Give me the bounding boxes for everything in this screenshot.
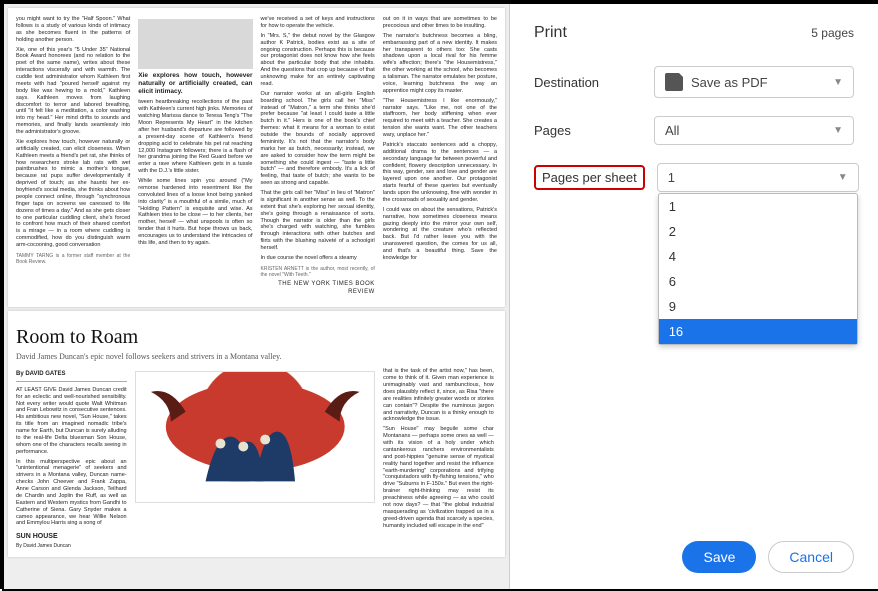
destination-value: Save as PDF: [691, 75, 768, 90]
dropdown-option-selected[interactable]: 16: [659, 319, 857, 344]
body-text: In this multiperspective epic about an "…: [16, 459, 127, 528]
chevron-down-icon: ▼: [833, 77, 843, 88]
body-text: "Sun House" may beguile some char Montan…: [383, 426, 494, 529]
pages-per-sheet-dropdown: 1 2 4 6 9 16: [658, 193, 858, 345]
pages-per-sheet-value: 1: [668, 170, 675, 185]
book-title: SUN HOUSE: [16, 533, 127, 542]
dropdown-option[interactable]: 6: [659, 269, 857, 294]
body-text: you might want to try the "Half Spoon." …: [16, 16, 130, 44]
dropdown-option[interactable]: 2: [659, 219, 857, 244]
author-credit: KRISTEN ARNETT is the author, most recen…: [261, 266, 375, 279]
body-text: That the girls call her "Miss" in lieu o…: [261, 190, 375, 252]
body-text: Xie, one of this year's "5 Under 35" Nat…: [16, 47, 130, 136]
body-text: In "Mrs. S," the debut novel by the Glas…: [261, 33, 375, 88]
body-text: I could wax on about the sensations, Pat…: [383, 207, 497, 262]
body-text: Our narrator works at an all-girls Engli…: [261, 91, 375, 187]
dropdown-option[interactable]: 1: [659, 194, 857, 219]
body-text: "The Housemistress I like enormously," n…: [383, 98, 497, 139]
save-button[interactable]: Save: [682, 541, 756, 573]
author-credit: TAMMY TARNG is a former staff member at …: [16, 253, 130, 266]
destination-select[interactable]: Save as PDF ▼: [654, 66, 854, 98]
book-byline: By David James Duncan: [16, 543, 127, 549]
print-preview-pane: you might want to try the "Half Spoon." …: [4, 4, 510, 589]
pages-per-sheet-select[interactable]: 1 ▼ 1 2 4 6 9 16: [657, 163, 859, 192]
dropdown-option[interactable]: 9: [659, 294, 857, 319]
page-count: 5 pages: [811, 26, 854, 40]
pull-quote: Xie explores how touch, however naturall…: [138, 72, 252, 96]
preview-page-lower: Room to Roam David James Duncan's epic n…: [8, 311, 505, 557]
pages-select[interactable]: All ▼: [654, 116, 854, 145]
source-line: THE NEW YORK TIMES BOOK REVIEW: [261, 281, 375, 296]
chevron-down-icon: ▼: [838, 172, 848, 183]
pages-value: All: [665, 123, 679, 138]
body-text: that is the task of the artist now," has…: [383, 368, 494, 423]
dialog-title: Print: [534, 24, 567, 42]
destination-label: Destination: [534, 75, 654, 90]
cancel-button[interactable]: Cancel: [768, 541, 854, 573]
preview-page-upper: you might want to try the "Half Spoon." …: [8, 8, 505, 307]
dropdown-option[interactable]: 4: [659, 244, 857, 269]
body-text: Patrick's staccato sentences add a chopp…: [383, 142, 497, 204]
article-illustration: [135, 371, 376, 503]
image-placeholder: [138, 19, 252, 69]
article-subhead: David James Duncan's epic novel follows …: [16, 352, 497, 362]
body-text: tween heartbreaking recollections of the…: [138, 99, 252, 175]
byline: By DAVID GATES: [16, 371, 127, 382]
body-text: AT LEAST GIVE David James Duncan credit …: [16, 387, 127, 456]
pages-per-sheet-label: Pages per sheet: [534, 165, 645, 190]
pdf-icon: [665, 73, 683, 91]
body-text: In due course the novel offers a steamy: [261, 255, 375, 262]
article-headline: Room to Roam: [16, 325, 497, 350]
chevron-down-icon: ▼: [833, 125, 843, 136]
body-text: While some lines spin you around ("My re…: [138, 178, 252, 247]
pages-label: Pages: [534, 123, 654, 138]
print-dialog: Print 5 pages Destination Save as PDF ▼ …: [510, 4, 878, 589]
body-text: Xie explores how touch, however naturall…: [16, 139, 130, 249]
body-text: out on it in ways that are sometimes to …: [383, 16, 497, 30]
body-text: The narrator's butchness becomes a bling…: [383, 33, 497, 95]
body-text: we've received a set of keys and instruc…: [261, 16, 375, 30]
